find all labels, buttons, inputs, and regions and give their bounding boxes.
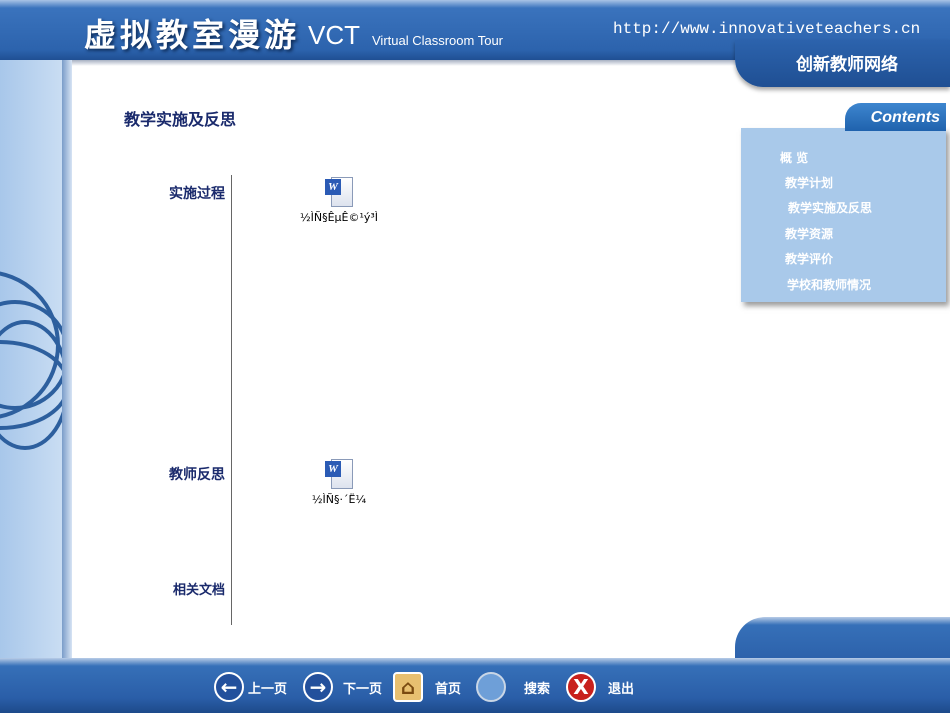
doc-name: ½ÌÑ§·´Ë¼ bbox=[311, 493, 367, 506]
section-label-related-docs: 相关文档 bbox=[172, 583, 225, 598]
close-icon: X bbox=[566, 672, 596, 702]
doc-link-reflection[interactable]: W ½ÌÑ§·´Ë¼ bbox=[289, 457, 389, 506]
menu-item-implementation[interactable]: 教学实施及反思 bbox=[788, 199, 872, 216]
menu-item-resources[interactable]: 教学资源 bbox=[785, 225, 833, 242]
prev-page-button[interactable]: ← 上一页 bbox=[214, 672, 287, 702]
site-abbr: VCT bbox=[308, 20, 360, 50]
arrow-right-icon: → bbox=[303, 672, 333, 702]
menu-item-school-teacher[interactable]: 学校和教师情况 bbox=[787, 276, 871, 293]
menu-item-plan[interactable]: 教学计划 bbox=[785, 174, 833, 191]
next-page-button[interactable]: → 下一页 bbox=[303, 672, 382, 702]
exit-button[interactable]: X 退出 bbox=[566, 672, 634, 702]
section-label-process: 实施过程 bbox=[169, 186, 225, 202]
site-subtitle: Virtual Classroom Tour bbox=[372, 33, 504, 48]
word-doc-icon: W bbox=[325, 457, 353, 489]
word-doc-icon: W bbox=[325, 175, 353, 207]
site-url: http://www.innovativeteachers.cn bbox=[613, 20, 921, 38]
footer-bar bbox=[0, 658, 950, 713]
home-button[interactable]: ⌂ 首页 bbox=[393, 672, 461, 702]
left-decoration bbox=[0, 60, 62, 660]
page-title: 教学实施及反思 bbox=[124, 110, 237, 129]
divider bbox=[231, 175, 232, 625]
magnifier-icon bbox=[476, 672, 506, 702]
section-label-reflection: 教师反思 bbox=[169, 467, 225, 483]
menu-item-evaluation[interactable]: 教学评价 bbox=[785, 250, 833, 267]
doc-link-process[interactable]: W ½ÌÑ§ÊµÊ©¹ý³Ì bbox=[289, 175, 389, 224]
menu-item-overview[interactable]: 概 览 bbox=[780, 149, 808, 166]
contents-title: Contents bbox=[845, 103, 946, 131]
arrow-left-icon: ← bbox=[214, 672, 244, 702]
site-title: 虚拟教室漫游 bbox=[84, 16, 301, 54]
home-icon: ⌂ bbox=[393, 672, 423, 702]
search-button[interactable]: 搜索 bbox=[476, 672, 550, 702]
doc-name: ½ÌÑ§ÊµÊ©¹ý³Ì bbox=[299, 211, 379, 224]
org-name: 创新教师网络 bbox=[796, 55, 898, 75]
